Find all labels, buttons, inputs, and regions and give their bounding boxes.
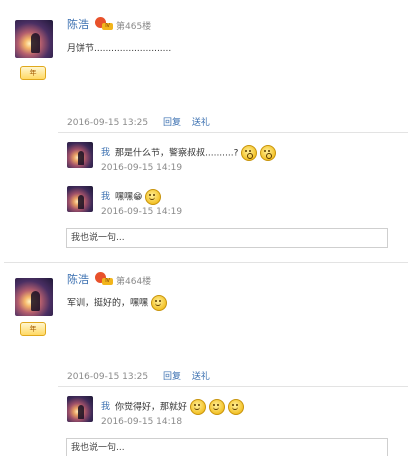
reply-item: 我 那是什么节，警察叔叔..........? 2016-09-15 14:19 — [58, 142, 408, 178]
reply-item: 我 你觉得好，那就好 2016-09-15 14:18 — [58, 396, 408, 432]
post-content: 月饼节........................... — [67, 44, 172, 54]
reply-username[interactable]: 我 — [101, 145, 110, 158]
avatar[interactable] — [15, 20, 53, 58]
smiley-icon — [208, 399, 225, 415]
reply-username[interactable]: 我 — [101, 189, 110, 202]
reply-avatar[interactable] — [67, 186, 93, 212]
smiley-icon — [150, 295, 167, 311]
reply-avatar[interactable] — [67, 142, 93, 168]
post-meta: 2016-09-15 13:25 回复 送礼 — [67, 115, 210, 128]
level-badge-text: 年 — [29, 325, 37, 333]
shocked-face-icon — [241, 145, 258, 161]
reply-input[interactable]: 我也说一句... — [66, 438, 388, 456]
author-name[interactable]: 陈浩 — [67, 271, 89, 287]
thinking-face-icon — [145, 189, 162, 205]
shocked-face-icon — [260, 145, 277, 161]
post-465: 年 陈浩 Ⅳ 第465楼 月饼节........................… — [0, 0, 408, 262]
level-badge: 年 — [20, 322, 46, 336]
gift-link[interactable]: 送礼 — [192, 372, 210, 382]
reply-item: 我 嘿嘿😁 2016-09-15 14:19 — [58, 186, 408, 222]
post-meta: 2016-09-15 13:25 回复 送礼 — [67, 369, 210, 382]
post-timestamp: 2016-09-15 13:25 — [67, 118, 149, 128]
floor-number: 第465楼 — [116, 22, 152, 32]
post-464: 年 陈浩 Ⅳ 第464楼 军训，挺好的，嘿嘿 2016-09-15 13:25 … — [0, 262, 408, 456]
reply-input[interactable]: 我也说一句... — [66, 228, 388, 248]
reply-avatar[interactable] — [67, 396, 93, 422]
reply-divider — [58, 386, 408, 387]
gift-link[interactable]: 送礼 — [192, 118, 210, 128]
level-badge-text: 年 — [29, 69, 37, 77]
author-name[interactable]: 陈浩 — [67, 16, 89, 32]
reply-link[interactable]: 回复 — [163, 372, 181, 382]
floor-number: 第464楼 — [116, 277, 152, 287]
smiley-icon — [189, 399, 206, 415]
medal-icon: Ⅳ — [95, 272, 113, 286]
reply-text: 那是什么节，警察叔叔..........? — [115, 145, 277, 161]
medal-icon: Ⅳ — [95, 17, 113, 31]
reply-username[interactable]: 我 — [101, 399, 110, 412]
avatar[interactable] — [15, 278, 53, 316]
reply-text: 嘿嘿😁 — [115, 189, 162, 205]
reply-time: 2016-09-15 14:19 — [101, 207, 183, 217]
reply-text: 你觉得好，那就好 — [115, 399, 244, 415]
reply-time: 2016-09-15 14:18 — [101, 417, 183, 427]
post-content: 军训，挺好的，嘿嘿 — [67, 295, 167, 311]
reply-time: 2016-09-15 14:19 — [101, 163, 183, 173]
post-timestamp: 2016-09-15 13:25 — [67, 372, 149, 382]
reply-divider — [58, 132, 408, 133]
reply-link[interactable]: 回复 — [163, 118, 181, 128]
smiley-icon — [227, 399, 244, 415]
level-badge: 年 — [20, 66, 46, 80]
